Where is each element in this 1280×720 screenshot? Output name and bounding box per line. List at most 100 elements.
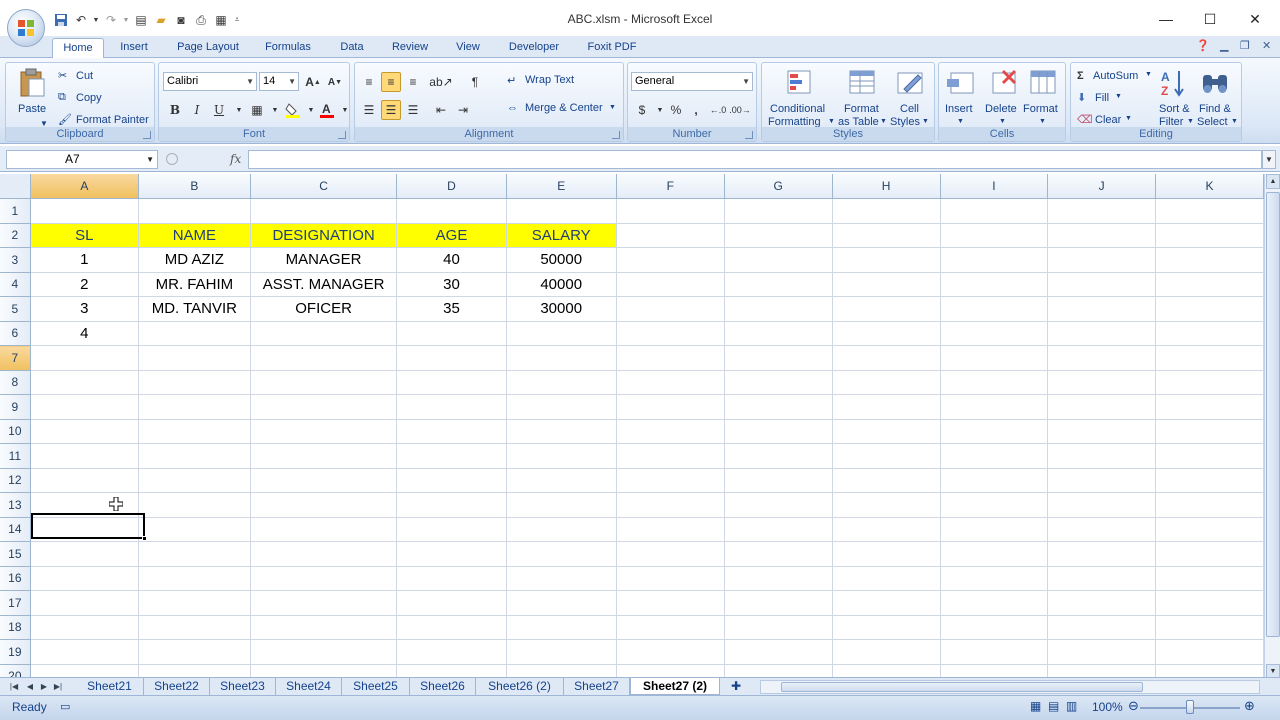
cell-k4[interactable] — [1155, 272, 1264, 297]
cell-j19[interactable] — [1047, 639, 1157, 665]
cell-i4[interactable] — [940, 272, 1049, 297]
cell-c11[interactable] — [250, 443, 398, 469]
sheet-tab[interactable]: Sheet27 — [564, 678, 630, 695]
page-break-preview-icon[interactable]: ▥ — [1066, 699, 1077, 713]
align-bottom-icon[interactable]: ≡ — [403, 72, 423, 92]
format-painter-icon[interactable]: 🖌 — [58, 113, 72, 126]
currency-button[interactable]: $ — [632, 100, 652, 120]
italic-button[interactable]: I — [187, 100, 207, 120]
cell-j8[interactable] — [1047, 370, 1157, 395]
insert-cells-button[interactable]: Insert — [945, 103, 973, 115]
font-color-icon[interactable]: A — [317, 100, 337, 120]
tab-review[interactable]: Review — [384, 38, 436, 58]
cell-a18[interactable] — [30, 615, 140, 640]
prev-sheet-icon[interactable]: ◀ — [24, 679, 36, 694]
cell-g19[interactable] — [724, 639, 833, 665]
macro-record-icon[interactable]: ▭ — [60, 700, 70, 713]
cell-d16[interactable] — [396, 566, 507, 591]
cell-h10[interactable] — [832, 419, 941, 444]
paste-icon[interactable] — [16, 67, 48, 99]
copy-button[interactable]: Copy — [76, 92, 102, 104]
cell-d19[interactable] — [396, 639, 507, 665]
cell-a10[interactable] — [30, 419, 140, 444]
align-center-icon[interactable]: ☰ — [381, 100, 401, 120]
cell-h9[interactable] — [832, 394, 941, 420]
cell-a7[interactable] — [30, 345, 140, 371]
sort-filter-icon[interactable]: A Z — [1159, 67, 1191, 99]
cell-f6[interactable] — [616, 321, 725, 346]
cell-e17[interactable] — [506, 590, 617, 616]
cell-c3[interactable]: MANAGER — [250, 247, 398, 273]
borders-dropdown-icon[interactable]: ▼ — [265, 100, 285, 120]
tab-developer[interactable]: Developer — [500, 38, 568, 58]
format-painter-button[interactable]: Format Painter — [76, 114, 149, 126]
cell-f1[interactable] — [616, 198, 725, 224]
cell-h7[interactable] — [832, 345, 941, 371]
cell-k10[interactable] — [1155, 419, 1264, 444]
cell-j3[interactable] — [1047, 247, 1157, 273]
delete-dropdown-icon[interactable]: ▼ — [999, 118, 1006, 125]
cell-f9[interactable] — [616, 394, 725, 420]
ribbon-close-icon[interactable]: ✕ — [1262, 39, 1271, 52]
cell-d1[interactable] — [396, 198, 507, 224]
cell-f16[interactable] — [616, 566, 725, 591]
cell-k18[interactable] — [1155, 615, 1264, 640]
cell-k16[interactable] — [1155, 566, 1264, 591]
merge-center-icon[interactable]: ⇔ — [507, 102, 518, 114]
cell-j11[interactable] — [1047, 443, 1157, 469]
cell-b11[interactable] — [138, 443, 251, 469]
cell-c2[interactable]: DESIGNATION — [250, 223, 398, 248]
column-header-d[interactable]: D — [396, 174, 507, 199]
column-header-h[interactable]: H — [832, 174, 941, 199]
cell-j7[interactable] — [1047, 345, 1157, 371]
cell-j5[interactable] — [1047, 296, 1157, 322]
row-header[interactable]: 3 — [0, 247, 31, 273]
cell-g1[interactable] — [724, 198, 833, 224]
row-header[interactable]: 4 — [0, 272, 31, 297]
autosum-icon[interactable]: Σ — [1077, 70, 1084, 82]
cell-c15[interactable] — [250, 541, 398, 567]
column-header-g[interactable]: G — [724, 174, 833, 199]
sheet-tab[interactable]: Sheet23 — [210, 678, 276, 695]
cell-e1[interactable] — [506, 198, 617, 224]
cell-b17[interactable] — [138, 590, 251, 616]
column-header-j[interactable]: J — [1047, 174, 1157, 199]
cell-i11[interactable] — [940, 443, 1049, 469]
cell-k9[interactable] — [1155, 394, 1264, 420]
zoom-out-icon[interactable]: ⊖ — [1128, 698, 1139, 714]
merge-dropdown-icon[interactable]: ▼ — [609, 104, 616, 111]
cell-e3[interactable]: 50000 — [506, 247, 617, 273]
minimize-icon[interactable]: — — [1151, 8, 1181, 30]
cell-e8[interactable] — [506, 370, 617, 395]
align-left-icon[interactable]: ☰ — [359, 100, 379, 120]
autosum-button[interactable]: AutoSum — [1093, 70, 1138, 82]
font-dialog-launcher-icon[interactable] — [338, 131, 346, 139]
format-as-table-icon[interactable] — [846, 67, 878, 99]
cell-c16[interactable] — [250, 566, 398, 591]
cell-i1[interactable] — [940, 198, 1049, 224]
cell-j17[interactable] — [1047, 590, 1157, 616]
underline-button[interactable]: U — [209, 100, 229, 120]
cell-j16[interactable] — [1047, 566, 1157, 591]
merge-center-button[interactable]: Merge & Center — [525, 102, 603, 114]
cell-g17[interactable] — [724, 590, 833, 616]
sheet-tab-active[interactable]: Sheet27 (2) — [630, 678, 720, 695]
cell-f18[interactable] — [616, 615, 725, 640]
tab-data[interactable]: Data — [332, 38, 372, 58]
row-header[interactable]: 5 — [0, 296, 31, 322]
clipboard-dialog-launcher-icon[interactable] — [143, 131, 151, 139]
worksheet-grid[interactable]: A B C D E F G H I J K 1 2 SL NAME DESIGNATION AGE SALARY 3… — [0, 174, 1264, 679]
cell-k7[interactable] — [1155, 345, 1264, 371]
cell-d4[interactable]: 30 — [396, 272, 507, 297]
scroll-up-icon[interactable]: ▲ — [1266, 174, 1280, 189]
cut-button[interactable]: Cut — [76, 70, 93, 82]
paste-button[interactable]: Paste — [18, 103, 46, 115]
cell-h16[interactable] — [832, 566, 941, 591]
cell-d14[interactable] — [396, 517, 507, 542]
fill-button[interactable]: Fill — [1095, 92, 1109, 104]
cell-g11[interactable] — [724, 443, 833, 469]
column-header-k[interactable]: K — [1155, 174, 1264, 199]
column-header-f[interactable]: F — [616, 174, 725, 199]
cell-c7[interactable] — [250, 345, 398, 371]
cell-h13[interactable] — [832, 492, 941, 518]
